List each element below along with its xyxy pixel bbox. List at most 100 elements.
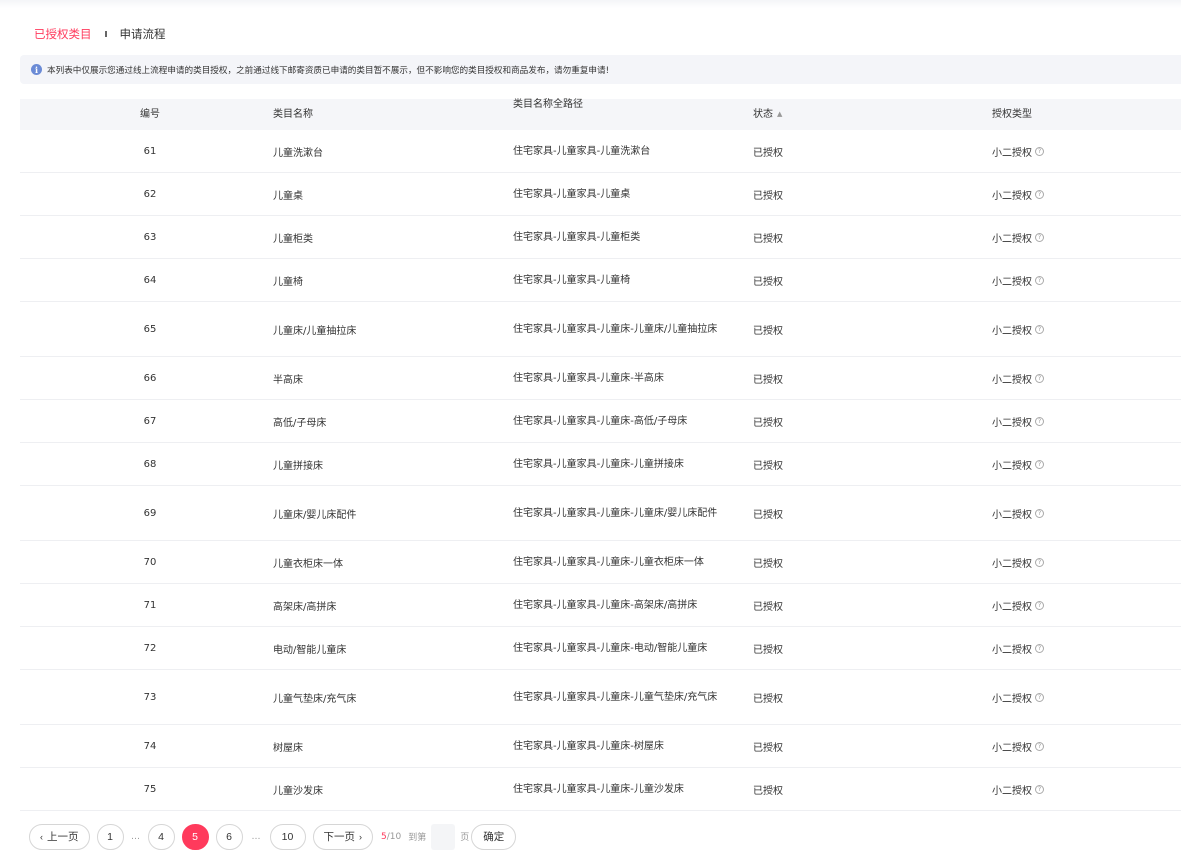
table-row: 68 儿童拼接床 住宅家具-儿童家具-儿童床-儿童拼接床 已授权 小二授权? xyxy=(20,443,1181,486)
help-icon[interactable]: ? xyxy=(1035,373,1044,383)
cell-type: 小二授权? xyxy=(992,130,1142,172)
goto-page-input[interactable] xyxy=(431,823,456,850)
help-icon[interactable]: ? xyxy=(1035,146,1044,156)
header-status-label: 状态 xyxy=(753,109,773,120)
page-indicator-total: 10 xyxy=(389,831,402,842)
header-type: 授权类型 xyxy=(992,109,1032,120)
notice-text: 本列表中仅展示您通过线上流程申请的类目授权，之前通过线下邮寄资质已申请的类目暂不… xyxy=(47,65,610,76)
cell-status: 已授权 xyxy=(753,460,783,472)
notice-banner: i 本列表中仅展示您通过线上流程申请的类目授权，之前通过线下邮寄资质已申请的类目… xyxy=(20,55,1181,84)
prev-page-button[interactable]: ‹ 上一页 xyxy=(29,823,90,850)
cell-path: 住宅家具-儿童家具-儿童柜类 xyxy=(513,231,641,243)
table-row: 65 儿童床/儿童抽拉床 住宅家具-儿童家具-儿童床-儿童床/儿童抽拉床 已授权 小二授… xyxy=(20,302,1181,357)
cell-name: 高架床/高拼床 xyxy=(273,601,337,613)
cell-path: 住宅家具-儿童家具-儿童床-电动/智能儿童床 xyxy=(513,642,708,654)
cell-type-label: 小二授权 xyxy=(992,509,1032,521)
top-strip xyxy=(0,0,1181,8)
cell-type: 小二授权? xyxy=(992,357,1142,399)
cell-status: 已授权 xyxy=(753,558,783,570)
tab-authorized-categories[interactable]: 已授权类目 xyxy=(34,26,92,42)
help-icon[interactable]: ? xyxy=(1035,643,1044,653)
help-icon[interactable]: ? xyxy=(1035,232,1044,242)
next-page-button[interactable]: 下一页 › xyxy=(312,823,373,850)
cell-id: 74 xyxy=(143,740,157,752)
help-icon[interactable]: ? xyxy=(1035,275,1044,285)
cell-type: 小二授权? xyxy=(992,670,1142,724)
cell-path: 住宅家具-儿童家具-儿童椅 xyxy=(513,274,631,286)
help-icon[interactable]: ? xyxy=(1035,741,1044,751)
cell-status: 已授权 xyxy=(753,190,783,202)
cell-id: 67 xyxy=(143,415,157,427)
cell-path: 住宅家具-儿童家具-儿童床-高架床/高拼床 xyxy=(513,599,698,611)
cell-name: 儿童椅 xyxy=(273,276,303,288)
page-button-10[interactable]: 10 xyxy=(269,823,306,850)
cell-status: 已授权 xyxy=(753,276,783,288)
confirm-goto-button[interactable]: 确定 xyxy=(471,823,517,850)
help-icon[interactable]: ? xyxy=(1035,508,1044,518)
cell-type: 小二授权? xyxy=(992,486,1142,540)
header-status[interactable]: 状态 ▲ xyxy=(753,99,853,130)
cell-type: 小二授权? xyxy=(992,541,1142,583)
table-row: 73 儿童气垫床/充气床 住宅家具-儿童家具-儿童床-儿童气垫床/充气床 已授权 小二授… xyxy=(20,670,1181,725)
cell-status: 已授权 xyxy=(753,693,783,705)
cell-path: 住宅家具-儿童家具-儿童洗漱台 xyxy=(513,145,651,157)
cell-id: 70 xyxy=(143,556,157,568)
cell-type: 小二授权? xyxy=(992,259,1142,301)
cell-type-label: 小二授权 xyxy=(992,558,1032,570)
cell-type-label: 小二授权 xyxy=(992,785,1032,797)
help-icon[interactable]: ? xyxy=(1035,189,1044,199)
cell-status: 已授权 xyxy=(753,644,783,656)
help-icon[interactable]: ? xyxy=(1035,600,1044,610)
help-icon[interactable]: ? xyxy=(1035,416,1044,426)
cell-name: 儿童衣柜床一体 xyxy=(273,558,343,570)
cell-path: 住宅家具-儿童家具-儿童桌 xyxy=(513,188,631,200)
chevron-left-icon: ‹ xyxy=(40,831,43,842)
table-body: 61 儿童洗漱台 住宅家具-儿童家具-儿童洗漱台 已授权 小二授权? 62 儿童桌 住宅家具-… xyxy=(20,130,1181,811)
cell-status: 已授权 xyxy=(753,601,783,613)
cell-id: 72 xyxy=(143,642,157,654)
page-button-6[interactable]: 6 xyxy=(215,823,243,850)
cell-type-label: 小二授权 xyxy=(992,190,1032,202)
help-icon[interactable]: ? xyxy=(1035,459,1044,469)
table-row: 69 儿童床/婴儿床配件 住宅家具-儿童家具-儿童床-儿童床/婴儿床配件 已授权 小二授… xyxy=(20,486,1181,541)
table-row: 63 儿童柜类 住宅家具-儿童家具-儿童柜类 已授权 小二授权? xyxy=(20,216,1181,259)
cell-type-label: 小二授权 xyxy=(992,644,1032,656)
cell-status: 已授权 xyxy=(753,509,783,521)
cell-type: 小二授权? xyxy=(992,725,1142,767)
cell-path: 住宅家具-儿童家具-儿童床-树屋床 xyxy=(513,740,664,752)
cell-status: 已授权 xyxy=(753,742,783,754)
header-id: 编号 xyxy=(140,109,160,120)
help-icon[interactable]: ? xyxy=(1035,692,1044,702)
cell-type: 小二授权? xyxy=(992,768,1142,810)
next-page-label: 下一页 xyxy=(323,831,356,843)
cell-type: 小二授权? xyxy=(992,584,1142,626)
help-icon[interactable]: ? xyxy=(1035,557,1044,567)
cell-path: 住宅家具-儿童家具-儿童床-半高床 xyxy=(513,372,664,384)
page-button-4[interactable]: 4 xyxy=(147,823,175,850)
cell-name: 儿童沙发床 xyxy=(273,785,323,797)
goto-suffix: 页 xyxy=(460,833,470,843)
cell-type: 小二授权? xyxy=(992,216,1142,258)
tab-application-process[interactable]: 申请流程 xyxy=(120,26,166,42)
page-button-current[interactable]: 5 xyxy=(181,823,209,850)
cell-id: 71 xyxy=(143,599,157,611)
cell-name: 儿童柜类 xyxy=(273,233,313,245)
cell-type: 小二授权? xyxy=(992,627,1142,669)
help-icon[interactable]: ? xyxy=(1035,324,1044,334)
cell-name: 儿童床/婴儿床配件 xyxy=(273,509,357,521)
cell-type-label: 小二授权 xyxy=(992,601,1032,613)
cell-name: 半高床 xyxy=(273,374,303,386)
sort-caret-icon[interactable]: ▲ xyxy=(777,110,782,118)
tab-separator xyxy=(104,31,107,37)
table-row: 75 儿童沙发床 住宅家具-儿童家具-儿童床-儿童沙发床 已授权 小二授权? xyxy=(20,768,1181,811)
table-row: 72 电动/智能儿童床 住宅家具-儿童家具-儿童床-电动/智能儿童床 已授权 小二授权? xyxy=(20,627,1181,670)
cell-path: 住宅家具-儿童家具-儿童床-儿童沙发床 xyxy=(513,783,684,795)
cell-type-label: 小二授权 xyxy=(992,374,1032,386)
help-icon[interactable]: ? xyxy=(1035,784,1044,794)
tab-bar: 已授权类目 申请流程 xyxy=(34,26,166,42)
page-button-1[interactable]: 1 xyxy=(96,823,124,850)
cell-type-label: 小二授权 xyxy=(992,417,1032,429)
table-row: 62 儿童桌 住宅家具-儿童家具-儿童桌 已授权 小二授权? xyxy=(20,173,1181,216)
cell-id: 66 xyxy=(143,372,157,384)
cell-status: 已授权 xyxy=(753,233,783,245)
